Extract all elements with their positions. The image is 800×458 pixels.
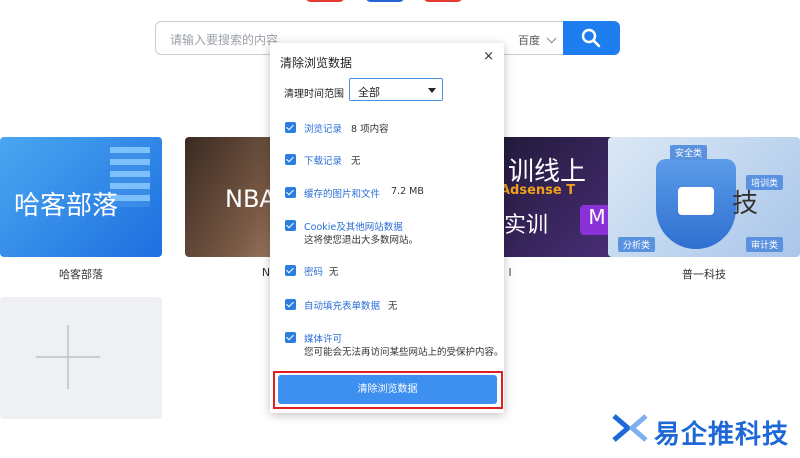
checkbox[interactable] [285,265,296,276]
lock-icon [678,187,714,215]
caret-down-icon [428,88,436,93]
search-engine-select[interactable]: 百度 [518,32,557,48]
search-button[interactable] [563,21,620,55]
time-range-label: 清理时间范围 [284,89,344,100]
checkbox[interactable] [285,122,296,133]
shortcut-label: 普一科技 [682,268,726,281]
search-placeholder: 请输入要搜索的内容 [170,33,279,47]
search-icon [581,28,601,48]
watermark-logo-icon [612,414,648,442]
close-icon[interactable]: × [483,49,494,64]
shortcut-tile-puyi-tech[interactable]: 技 安全类 培训类 分析类 审计类 [608,137,800,257]
checkbox[interactable] [285,154,296,165]
shortcut-tile-hacker-tribe[interactable]: 哈客部落 [0,137,162,257]
checkbox[interactable] [285,332,296,343]
clear-data-button[interactable]: 清除浏览数据 [278,375,497,404]
checkbox[interactable] [285,299,296,310]
shortcut-tile-training[interactable]: 训线上 Adsense T 实训 M [500,137,620,257]
dialog-title: 清除浏览数据 [280,56,353,70]
chevron-down-icon [546,33,557,44]
time-range-select[interactable]: 全部 [349,78,443,101]
shortcut-label: 哈客部落 [59,268,103,281]
logo [305,0,475,4]
watermark: 易企推科技 [610,410,800,450]
checkbox[interactable] [285,220,296,231]
add-shortcut-button[interactable] [0,297,162,419]
clear-browsing-data-dialog: 清除浏览数据 × 清理时间范围 全部 浏览记录 8 项内容 下载记录 无 缓存的… [270,43,504,413]
shortcut-label: l [508,266,512,279]
checkbox[interactable] [285,187,296,198]
